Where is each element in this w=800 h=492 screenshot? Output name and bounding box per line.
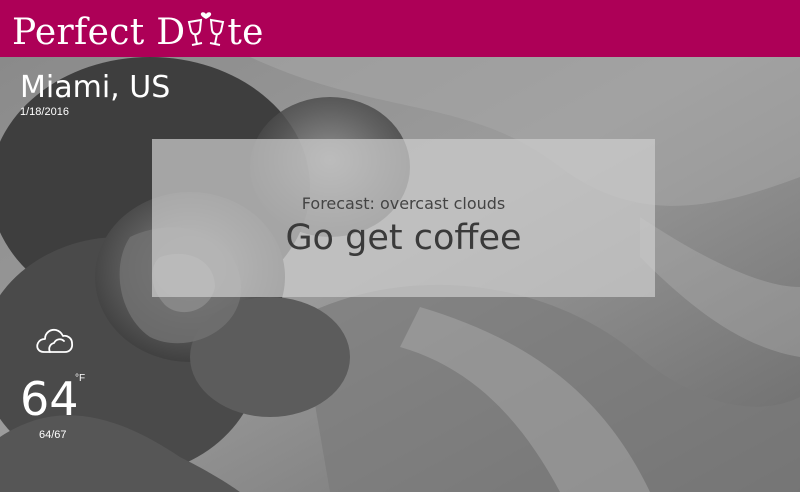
temperature-range: 64/67 xyxy=(39,429,67,441)
brand-logo[interactable]: Perfect D te xyxy=(12,4,264,53)
forecast-summary: Forecast: overcast clouds xyxy=(301,194,506,213)
location-city: Miami, US xyxy=(20,70,171,105)
temperature-unit: °F xyxy=(75,373,86,384)
forecast-card: Forecast: overcast clouds Go get coffee xyxy=(152,139,655,297)
location-date: 1/18/2016 xyxy=(20,106,69,118)
brand-text-start: Perfect D xyxy=(12,12,186,53)
app-header: Perfect D te xyxy=(0,0,800,57)
wine-glasses-heart-icon xyxy=(184,10,228,50)
brand-text-end: te xyxy=(227,12,264,53)
date-suggestion: Go get coffee xyxy=(285,218,522,258)
cloud-icon xyxy=(34,322,76,358)
current-temperature: 64 xyxy=(20,372,79,426)
